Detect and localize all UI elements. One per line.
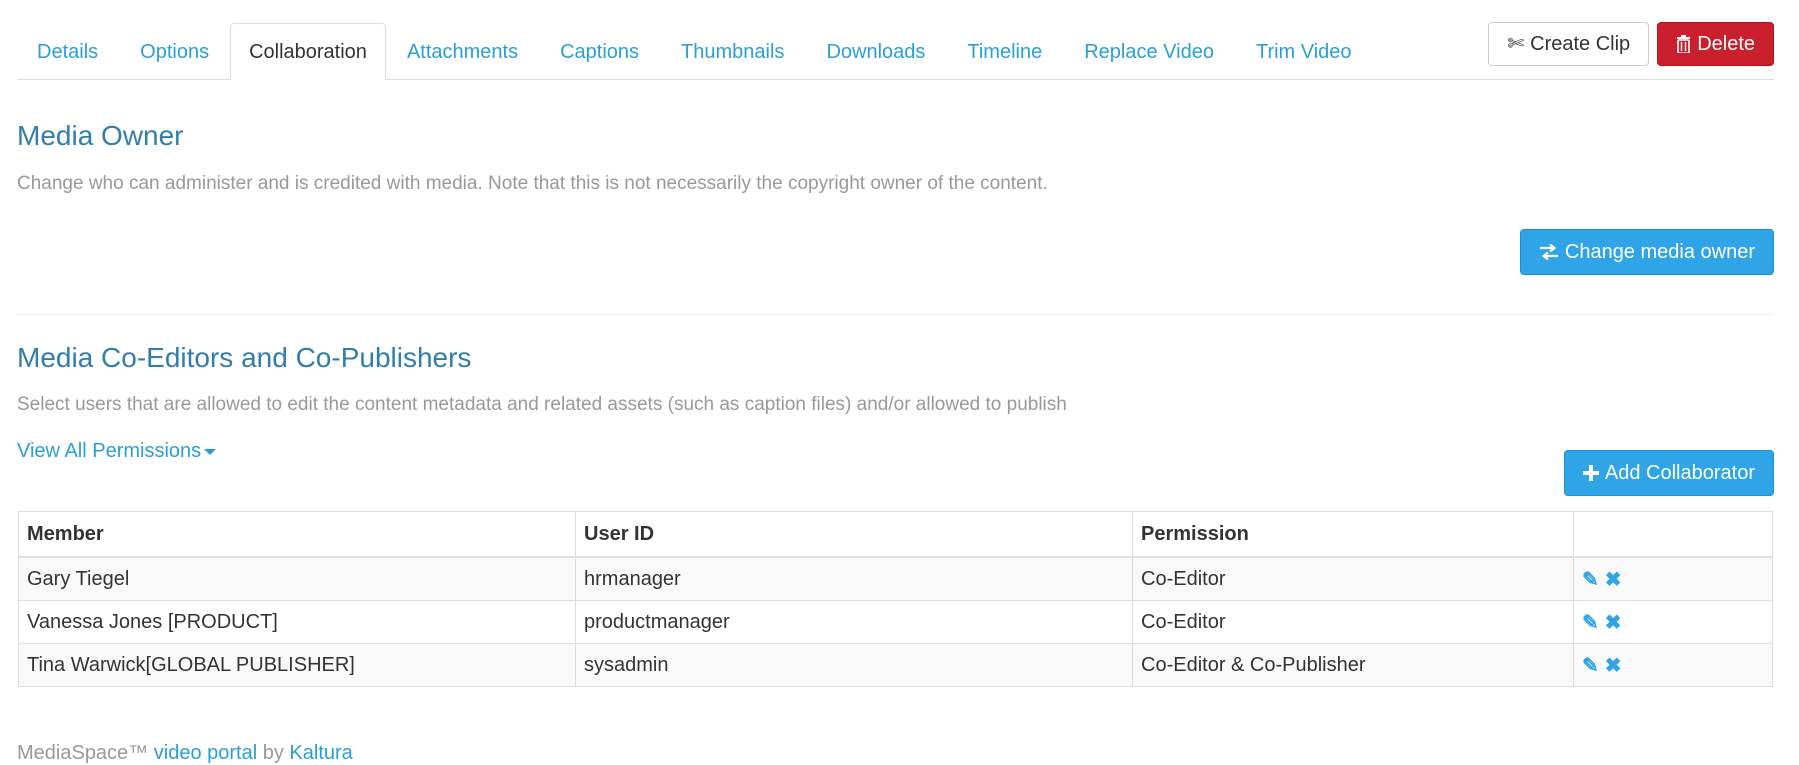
swap-arrows-icon	[1539, 244, 1558, 260]
permission-cell: Co-Editor & Co-Publisher	[1132, 643, 1574, 687]
caret-down-icon	[204, 448, 217, 455]
tab-replace-video[interactable]: Replace Video	[1063, 24, 1235, 79]
footer-by: by	[257, 742, 290, 764]
permission-cell: Co-Editor	[1132, 600, 1574, 644]
plus-icon	[1582, 465, 1599, 481]
media-owner-description: Change who can administer and is credite…	[17, 173, 1048, 194]
permission-cell: Co-Editor	[1132, 556, 1574, 601]
user-id-cell: productmanager	[575, 600, 1133, 644]
view-all-permissions-link[interactable]: View All Permissions	[17, 440, 217, 463]
table-row: Tina Warwick[GLOBAL PUBLISHER] sysadmin …	[18, 643, 1773, 687]
coeditors-description: Select users that are allowed to edit th…	[17, 394, 1067, 415]
kaltura-link[interactable]: Kaltura	[289, 742, 352, 764]
tab-timeline[interactable]: Timeline	[946, 24, 1063, 79]
member-cell: Vanessa Jones [PRODUCT]	[18, 600, 576, 644]
tab-attachments[interactable]: Attachments	[386, 24, 539, 79]
table-row: Vanessa Jones [PRODUCT] productmanager C…	[18, 600, 1773, 644]
column-header-member: Member	[18, 511, 576, 558]
create-clip-button[interactable]: ✄ Create Clip	[1488, 22, 1650, 66]
media-owner-heading: Media Owner	[17, 120, 184, 151]
tab-details[interactable]: Details	[17, 24, 119, 79]
tab-trim-video[interactable]: Trim Video	[1235, 24, 1373, 79]
tab-thumbnails[interactable]: Thumbnails	[660, 24, 805, 79]
section-divider	[17, 314, 1774, 315]
pencil-icon[interactable]: ✎	[1582, 567, 1599, 592]
create-clip-label: Create Clip	[1530, 33, 1631, 55]
footer: MediaSpace™ video portal by Kaltura	[17, 742, 353, 765]
tab-collaboration[interactable]: Collaboration	[230, 23, 386, 80]
coeditors-heading: Media Co-Editors and Co-Publishers	[17, 342, 472, 373]
x-icon[interactable]: ✖	[1605, 653, 1622, 678]
trash-icon	[1677, 35, 1691, 53]
column-header-user-id: User ID	[575, 511, 1133, 558]
delete-label: Delete	[1697, 33, 1755, 55]
column-header-permission: Permission	[1132, 511, 1574, 558]
actions-cell: ✎ ✖	[1573, 600, 1773, 644]
user-id-cell: sysadmin	[575, 643, 1133, 687]
change-media-owner-label: Change media owner	[1564, 241, 1755, 263]
tab-options[interactable]: Options	[119, 24, 230, 79]
tab-downloads[interactable]: Downloads	[805, 24, 946, 79]
view-all-permissions-label: View All Permissions	[17, 440, 202, 462]
member-cell: Tina Warwick[GLOBAL PUBLISHER]	[18, 643, 576, 687]
table-row: Gary Tiegel hrmanager Co-Editor ✎ ✖	[18, 556, 1773, 601]
actions-cell: ✎ ✖	[1573, 643, 1773, 687]
add-collaborator-button[interactable]: Add Collaborator	[1563, 450, 1774, 496]
pencil-icon[interactable]: ✎	[1582, 610, 1599, 635]
pencil-icon[interactable]: ✎	[1582, 653, 1599, 678]
member-cell: Gary Tiegel	[18, 556, 576, 601]
column-header-actions	[1573, 511, 1773, 558]
delete-button[interactable]: Delete	[1657, 22, 1774, 66]
collaborators-table: Member User ID Permission Gary Tiegel hr…	[18, 511, 1773, 687]
add-collaborator-label: Add Collaborator	[1604, 462, 1755, 484]
user-id-cell: hrmanager	[575, 556, 1133, 601]
change-media-owner-button[interactable]: Change media owner	[1519, 229, 1774, 275]
tab-actions: ✄ Create Clip Delete	[1488, 22, 1774, 66]
actions-cell: ✎ ✖	[1573, 556, 1773, 601]
x-icon[interactable]: ✖	[1605, 567, 1622, 592]
table-header-row: Member User ID Permission	[18, 511, 1773, 558]
tab-bar: Details Options Collaboration Attachment…	[17, 22, 1774, 80]
footer-prefix: MediaSpace™	[17, 742, 154, 764]
tab-captions[interactable]: Captions	[539, 24, 660, 79]
x-icon[interactable]: ✖	[1605, 610, 1622, 635]
scissors-icon: ✄	[1507, 33, 1525, 55]
video-portal-link[interactable]: video portal	[154, 742, 257, 764]
